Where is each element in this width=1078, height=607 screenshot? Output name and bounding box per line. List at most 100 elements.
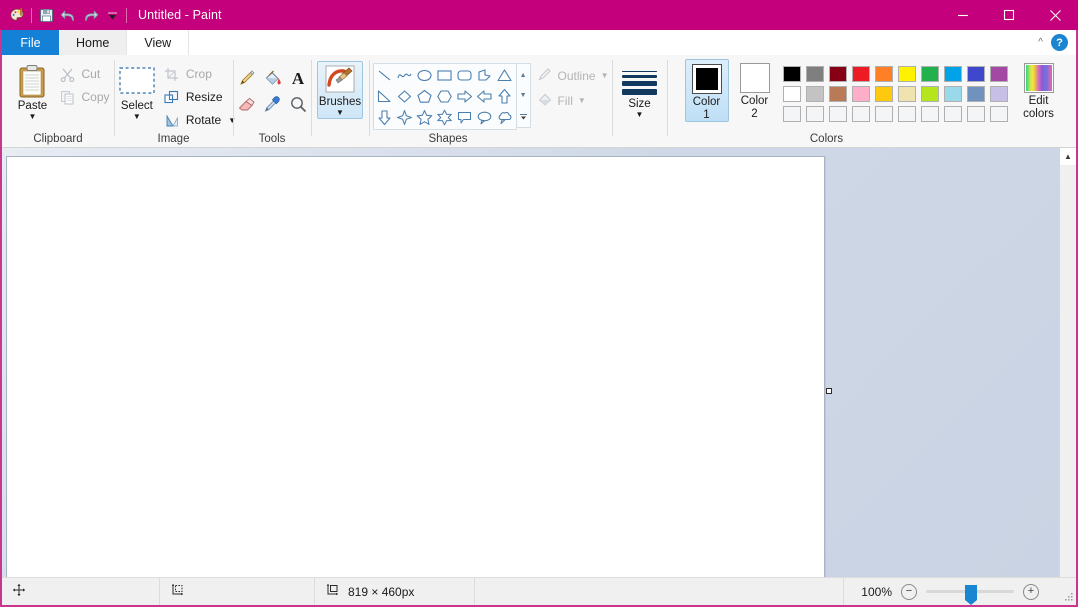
- palette-swatch-r1-c1[interactable]: [781, 64, 804, 84]
- copy-button[interactable]: Copy: [58, 87, 110, 107]
- shape-down-arrow[interactable]: [375, 107, 395, 128]
- zoom-in-button[interactable]: +: [1023, 583, 1039, 600]
- help-icon[interactable]: ?: [1051, 34, 1068, 51]
- color-picker-tool[interactable]: [259, 91, 285, 117]
- zoom-slider-thumb[interactable]: [965, 584, 977, 605]
- paint-palette-icon[interactable]: [6, 3, 28, 27]
- palette-swatch-r3-c9[interactable]: [965, 104, 988, 124]
- redo-icon[interactable]: [79, 3, 101, 27]
- palette-swatch-r3-c10[interactable]: [988, 104, 1011, 124]
- select-button[interactable]: Select ▼: [111, 59, 163, 121]
- fill-caret-icon[interactable]: ▼: [578, 96, 586, 105]
- shape-left-arrow[interactable]: [475, 86, 495, 107]
- canvas-resize-handle-right[interactable]: [826, 388, 832, 394]
- shape-six-point-star[interactable]: [435, 107, 455, 128]
- tab-view[interactable]: View: [127, 30, 190, 55]
- color1-button[interactable]: Color 1: [684, 59, 729, 122]
- shapes-scroll-down-icon[interactable]: ▼: [517, 86, 530, 106]
- close-button[interactable]: [1032, 0, 1078, 30]
- palette-swatch-r3-c3[interactable]: [827, 104, 850, 124]
- scroll-up-arrow[interactable]: ▲: [1059, 148, 1076, 165]
- palette-swatch-r2-c7[interactable]: [919, 84, 942, 104]
- palette-swatch-r2-c8[interactable]: [942, 84, 965, 104]
- resize-grip[interactable]: [1062, 578, 1076, 605]
- zoom-slider[interactable]: [926, 584, 1014, 605]
- palette-swatch-r2-c1[interactable]: [781, 84, 804, 104]
- palette-swatch-r2-c6[interactable]: [896, 84, 919, 104]
- palette-swatch-r1-c4[interactable]: [850, 64, 873, 84]
- shape-triangle[interactable]: [495, 65, 515, 86]
- tab-file[interactable]: File: [2, 30, 59, 55]
- shape-right-triangle[interactable]: [375, 86, 395, 107]
- palette-swatch-r1-c9[interactable]: [965, 64, 988, 84]
- cut-button[interactable]: Cut: [58, 64, 109, 84]
- shape-cloud-callout[interactable]: [495, 107, 515, 128]
- outline-caret-icon[interactable]: ▼: [601, 71, 609, 80]
- resize-button[interactable]: Resize: [163, 87, 236, 107]
- shape-diamond[interactable]: [395, 86, 415, 107]
- paste-button[interactable]: Paste ▼: [6, 59, 58, 121]
- edit-colors-button[interactable]: Edit colors: [1015, 59, 1063, 120]
- tab-home[interactable]: Home: [59, 30, 128, 55]
- palette-swatch-r2-c5[interactable]: [873, 84, 896, 104]
- size-button[interactable]: Size ▼: [616, 59, 664, 119]
- palette-swatch-r3-c2[interactable]: [804, 104, 827, 124]
- eraser-tool[interactable]: [233, 91, 259, 117]
- palette-swatch-r2-c10[interactable]: [988, 84, 1011, 104]
- shape-hexagon[interactable]: [435, 86, 455, 107]
- shape-rectangle[interactable]: [435, 65, 455, 86]
- collapse-ribbon-caret[interactable]: ^: [1038, 37, 1043, 48]
- palette-swatch-r3-c4[interactable]: [850, 104, 873, 124]
- palette-swatch-r2-c3[interactable]: [827, 84, 850, 104]
- shape-line[interactable]: [375, 65, 395, 86]
- shape-rounded-rectangle[interactable]: [455, 65, 475, 86]
- maximize-button[interactable]: [986, 0, 1032, 30]
- crop-button[interactable]: Crop: [163, 64, 236, 84]
- palette-swatch-r3-c7[interactable]: [919, 104, 942, 124]
- shapes-scroll-up-icon[interactable]: ▲: [517, 65, 530, 85]
- palette-swatch-r1-c3[interactable]: [827, 64, 850, 84]
- shape-oval-callout[interactable]: [475, 107, 495, 128]
- zoom-out-button[interactable]: −: [901, 583, 917, 600]
- size-caret-icon[interactable]: ▼: [636, 111, 644, 119]
- select-caret-icon[interactable]: ▼: [133, 113, 141, 121]
- vertical-scrollbar[interactable]: ▲: [1059, 148, 1076, 577]
- palette-swatch-r1-c5[interactable]: [873, 64, 896, 84]
- shape-polygon[interactable]: [475, 65, 495, 86]
- paste-caret-icon[interactable]: ▼: [29, 113, 37, 121]
- color2-button[interactable]: Color 2: [733, 59, 777, 120]
- palette-swatch-r3-c1[interactable]: [781, 104, 804, 124]
- shape-four-point-star[interactable]: [395, 107, 415, 128]
- brushes-button[interactable]: Brushes ▼: [317, 61, 363, 119]
- shape-five-point-star[interactable]: [415, 107, 435, 128]
- undo-icon[interactable]: [57, 3, 79, 27]
- drawing-canvas[interactable]: [6, 156, 825, 577]
- shape-curve[interactable]: [395, 65, 415, 86]
- pencil-tool[interactable]: [233, 65, 259, 91]
- vertical-scroll-track[interactable]: [1059, 165, 1076, 577]
- shape-rounded-rect-callout[interactable]: [455, 107, 475, 128]
- minimize-button[interactable]: [940, 0, 986, 30]
- palette-swatch-r1-c2[interactable]: [804, 64, 827, 84]
- rotate-button[interactable]: Rotate ▼: [163, 110, 236, 130]
- palette-swatch-r3-c8[interactable]: [942, 104, 965, 124]
- palette-swatch-r1-c7[interactable]: [919, 64, 942, 84]
- fill-with-color-tool[interactable]: [259, 65, 285, 91]
- fill-button[interactable]: Fill ▼: [537, 91, 609, 110]
- shape-pentagon[interactable]: [415, 86, 435, 107]
- save-icon[interactable]: [35, 3, 57, 27]
- shape-right-arrow[interactable]: [455, 86, 475, 107]
- palette-swatch-r1-c6[interactable]: [896, 64, 919, 84]
- palette-swatch-r3-c6[interactable]: [896, 104, 919, 124]
- palette-swatch-r2-c9[interactable]: [965, 84, 988, 104]
- palette-swatch-r2-c2[interactable]: [804, 84, 827, 104]
- outline-button[interactable]: Outline ▼: [537, 66, 609, 85]
- shape-up-arrow[interactable]: [495, 86, 515, 107]
- shapes-more-icon[interactable]: [517, 106, 530, 126]
- palette-swatch-r1-c10[interactable]: [988, 64, 1011, 84]
- canvas-region[interactable]: [2, 148, 1059, 577]
- palette-swatch-r2-c4[interactable]: [850, 84, 873, 104]
- brushes-caret-icon[interactable]: ▼: [336, 109, 344, 117]
- palette-swatch-r3-c5[interactable]: [873, 104, 896, 124]
- text-tool[interactable]: A: [285, 65, 311, 91]
